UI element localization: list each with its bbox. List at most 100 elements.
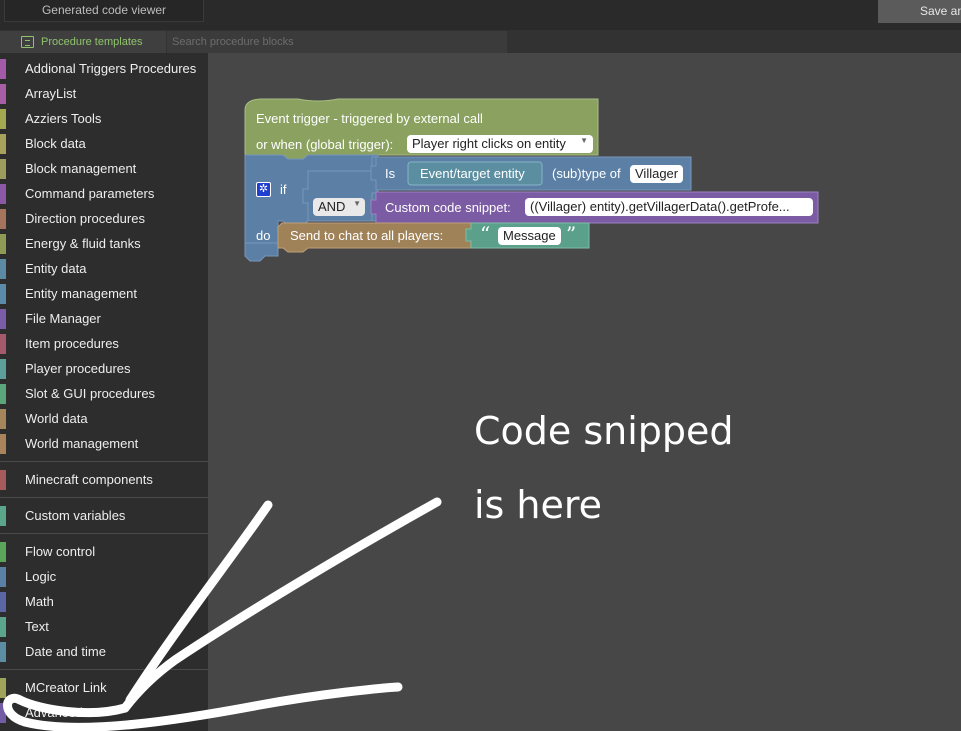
mutator-gear-icon[interactable]: ✲	[256, 182, 271, 197]
global-trigger-label: or when (global trigger):	[256, 137, 394, 152]
sidebar-category-item[interactable]: Flow control	[0, 539, 208, 564]
sidebar-category-item[interactable]: File Manager	[0, 306, 208, 331]
blockly-workspace[interactable]: Event trigger - triggered by external ca…	[208, 53, 961, 731]
sidebar-category-item[interactable]: Slot & GUI procedures	[0, 381, 208, 406]
sidebar-category-label: Block management	[25, 161, 137, 176]
sidebar-category-label: Item procedures	[25, 336, 119, 351]
category-color-swatch	[0, 567, 6, 587]
category-color-swatch	[0, 334, 6, 354]
category-color-swatch	[0, 434, 6, 454]
category-separator	[0, 497, 208, 498]
logic-operator-dropdown[interactable]: AND ▼	[313, 198, 365, 216]
sidebar-category-item[interactable]: Addional Triggers Procedures	[0, 56, 208, 81]
sidebar-category-item[interactable]: Energy & fluid tanks	[0, 231, 208, 256]
sidebar-category-item[interactable]: ArrayList	[0, 81, 208, 106]
sidebar-category-label: World data	[25, 411, 88, 426]
search-procedure-blocks-input[interactable]	[167, 31, 507, 53]
sidebar-category-item[interactable]: World management	[0, 431, 208, 456]
sidebar-category-label: Logic	[25, 569, 57, 584]
entity-type-dropdown[interactable]: Villager	[630, 165, 684, 183]
sidebar-category-label: Player procedures	[25, 361, 131, 376]
if-block-bottom-shape	[244, 242, 279, 262]
category-color-swatch	[0, 384, 6, 404]
category-color-swatch	[0, 309, 6, 329]
category-color-swatch	[0, 359, 6, 379]
if-label: if	[280, 182, 287, 197]
sidebar-category-label: Energy & fluid tanks	[25, 236, 141, 251]
sidebar-category-item[interactable]: Advanced	[0, 700, 208, 725]
sidebar-category-item[interactable]: Math	[0, 589, 208, 614]
sidebar-category-label: Command parameters	[25, 186, 155, 201]
sidebar-category-label: Entity management	[25, 286, 138, 301]
sidebar-category-item[interactable]: Date and time	[0, 639, 208, 664]
category-color-swatch	[0, 542, 6, 562]
code-snippet-field[interactable]: ((Villager) entity).getVillagerData().ge…	[525, 198, 813, 216]
category-color-swatch	[0, 703, 6, 723]
sidebar-category-item[interactable]: Block data	[0, 131, 208, 156]
category-color-swatch	[0, 506, 6, 526]
is-label: Is	[385, 166, 396, 181]
sidebar-category-item[interactable]: Item procedures	[0, 331, 208, 356]
sidebar-category-label: Addional Triggers Procedures	[25, 61, 197, 76]
sidebar-category-item[interactable]: Block management	[0, 156, 208, 181]
sidebar-category-item[interactable]: Entity data	[0, 256, 208, 281]
event-target-entity-label: Event/target entity	[420, 166, 525, 181]
category-color-swatch	[0, 259, 6, 279]
category-color-swatch	[0, 59, 6, 79]
custom-code-snippet-label: Custom code snippet:	[385, 200, 511, 215]
category-color-swatch	[0, 678, 6, 698]
sidebar-category-item[interactable]: Player procedures	[0, 356, 208, 381]
tab-procedure-templates[interactable]: Procedure templates	[0, 31, 166, 53]
block-category-sidebar: Addional Triggers Procedures ArrayList Azz…	[0, 53, 208, 731]
category-color-swatch	[0, 642, 6, 662]
open-quote-icon: “	[480, 222, 491, 246]
tab-generated-code-viewer[interactable]: Generated code viewer	[4, 0, 204, 22]
top-bar: Generated code viewer Save an	[0, 0, 961, 30]
sidebar-category-item[interactable]: Minecraft components	[0, 467, 208, 492]
sidebar-category-item[interactable]: Text	[0, 614, 208, 639]
category-separator	[0, 669, 208, 670]
sidebar-category-label: ArrayList	[25, 86, 77, 101]
category-color-swatch	[0, 470, 6, 490]
dropdown-arrow-icon: ▼	[580, 136, 588, 145]
category-color-swatch	[0, 592, 6, 612]
category-color-swatch	[0, 134, 6, 154]
category-color-swatch	[0, 84, 6, 104]
annotation-line-2: is here	[474, 483, 603, 527]
sidebar-category-label: File Manager	[25, 311, 101, 326]
sidebar-category-item[interactable]: World data	[0, 406, 208, 431]
category-color-swatch	[0, 409, 6, 429]
category-color-swatch	[0, 184, 6, 204]
subtype-of-label: (sub)type of	[552, 166, 621, 181]
category-color-swatch	[0, 159, 6, 179]
category-separator	[0, 533, 208, 534]
dropdown-arrow-icon: ▼	[353, 199, 361, 208]
sidebar-category-label: Advanced	[25, 705, 83, 720]
close-quote-icon: ”	[566, 222, 577, 246]
sidebar-category-item[interactable]: Azziers Tools	[0, 106, 208, 131]
annotation-line-1: Code snipped	[474, 409, 734, 453]
sidebar-category-item[interactable]: Logic	[0, 564, 208, 589]
sidebar-category-item[interactable]: MCreator Link	[0, 675, 208, 700]
message-text-field[interactable]: Message	[498, 227, 561, 245]
sidebar-category-item[interactable]: Custom variables	[0, 503, 208, 528]
sidebar-category-label: Custom variables	[25, 508, 126, 523]
send-to-chat-label: Send to chat to all players:	[290, 228, 444, 243]
sidebar-category-label: Slot & GUI procedures	[25, 386, 156, 401]
save-button[interactable]: Save an	[878, 0, 961, 23]
category-color-swatch	[0, 284, 6, 304]
global-trigger-dropdown[interactable]: Player right clicks on entity ▼	[407, 135, 593, 153]
global-trigger-dropdown-value: Player right clicks on entity	[412, 136, 566, 151]
sidebar-category-item[interactable]: Direction procedures	[0, 206, 208, 231]
category-color-swatch	[0, 109, 6, 129]
sidebar-category-label: Flow control	[25, 544, 96, 559]
event-trigger-title: Event trigger - triggered by external ca…	[256, 111, 483, 126]
sidebar-category-item[interactable]: Entity management	[0, 281, 208, 306]
templates-icon	[21, 36, 34, 48]
sidebar-category-item[interactable]: Command parameters	[0, 181, 208, 206]
category-separator	[0, 461, 208, 462]
sidebar-category-label: Entity data	[25, 261, 87, 276]
sidebar-category-label: World management	[25, 436, 139, 451]
sidebar-category-label: MCreator Link	[25, 680, 107, 695]
category-color-swatch	[0, 617, 6, 637]
